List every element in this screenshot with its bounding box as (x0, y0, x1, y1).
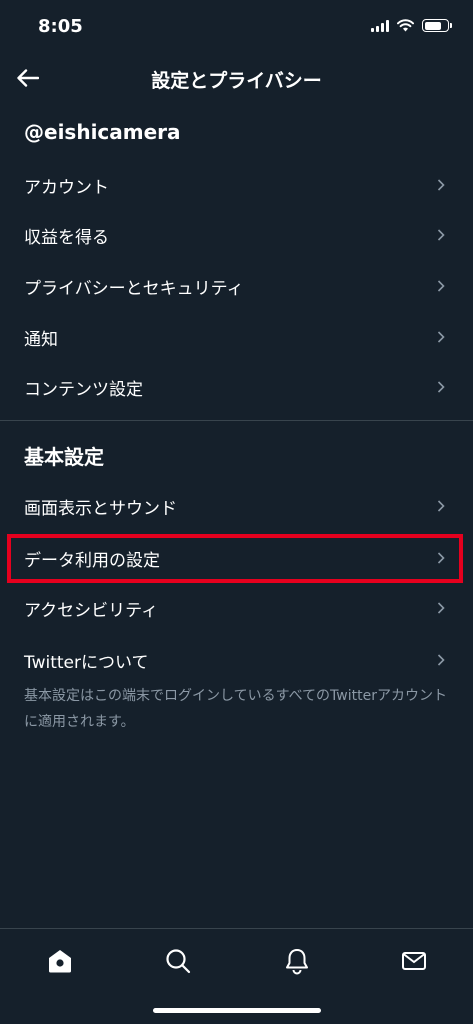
header: 設定とプライバシー (0, 56, 473, 100)
chevron-right-icon (437, 552, 445, 564)
settings-item-privacy-security[interactable]: プライバシーとセキュリティ (0, 261, 473, 311)
tab-notifications[interactable] (281, 945, 313, 977)
chevron-right-icon (437, 381, 445, 393)
status-bar: 8:05 (0, 0, 473, 56)
chevron-right-icon (437, 229, 445, 241)
tab-search[interactable] (162, 945, 194, 977)
settings-item-display-sound[interactable]: 画面表示とサウンド (0, 481, 473, 531)
battery-level (424, 21, 441, 30)
battery-icon (422, 19, 452, 32)
settings-item-about-twitter[interactable]: Twitterについて (0, 635, 473, 685)
settings-item-content-preferences[interactable]: コンテンツ設定 (0, 362, 473, 412)
tab-home[interactable] (44, 945, 76, 977)
settings-item-notifications[interactable]: 通知 (0, 312, 473, 362)
chevron-right-icon (437, 602, 445, 614)
home-indicator (153, 1008, 321, 1013)
settings-item-label: 画面表示とサウンド (24, 498, 177, 519)
chevron-right-icon (437, 179, 445, 191)
settings-item-label: アカウント (24, 177, 109, 198)
settings-item-monetization[interactable]: 収益を得る (0, 210, 473, 260)
settings-screen: 8:05 設定とプライバシー @eishicamera アカウント 収益を得る … (0, 0, 473, 1024)
account-section-heading: @eishicamera (24, 120, 181, 144)
search-icon (166, 949, 191, 974)
settings-item-label: コンテンツ設定 (24, 379, 143, 400)
general-settings-footnote: 基本設定はこの端末でログインしているすべてのTwitterアカウントに適用されま… (24, 688, 447, 730)
settings-item-label: データ利用の設定 (24, 550, 160, 571)
settings-item-label: プライバシーとセキュリティ (24, 278, 244, 299)
chevron-right-icon (437, 654, 445, 666)
chevron-right-icon (437, 331, 445, 343)
general-section-heading: 基本設定 (24, 445, 104, 469)
settings-item-data-usage[interactable]: データ利用の設定 (0, 533, 473, 583)
settings-item-account[interactable]: アカウント (0, 160, 473, 210)
mail-icon (402, 952, 426, 970)
settings-item-label: 通知 (24, 329, 58, 350)
settings-item-label: アクセシビリティ (24, 600, 159, 621)
chevron-right-icon (437, 280, 445, 292)
bell-icon (286, 949, 308, 975)
settings-item-accessibility[interactable]: アクセシビリティ (0, 583, 473, 633)
status-icons (371, 19, 452, 32)
chevron-right-icon (437, 500, 445, 512)
page-title: 設定とプライバシー (151, 70, 322, 92)
tab-messages[interactable] (398, 945, 430, 977)
home-icon (49, 950, 71, 973)
settings-item-label: Twitterについて (24, 652, 149, 673)
settings-item-label: 収益を得る (24, 227, 109, 248)
section-divider (0, 420, 473, 421)
status-time: 8:05 (38, 16, 83, 37)
wifi-icon (397, 19, 414, 32)
cellular-signal-icon (371, 19, 389, 32)
